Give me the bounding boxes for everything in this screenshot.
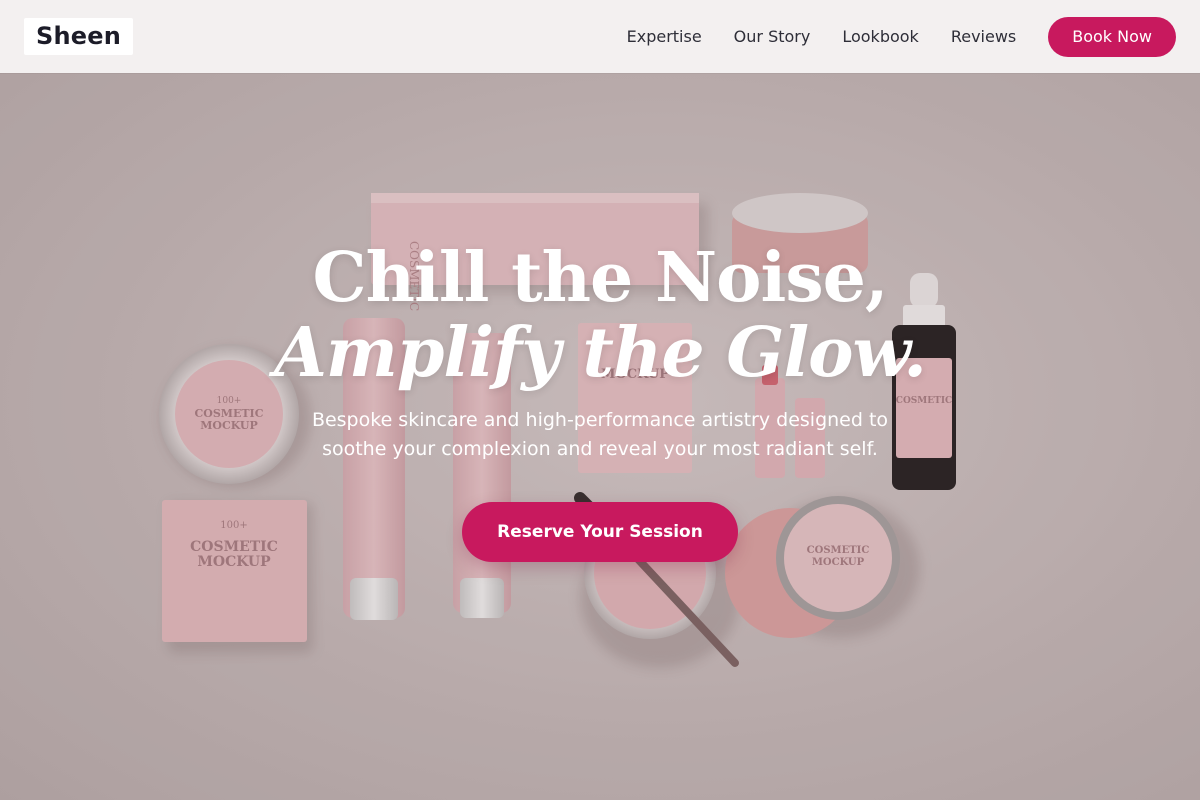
main-nav: Expertise Our Story Lookbook Reviews Boo… [595,16,1176,57]
nav-link-expertise[interactable]: Expertise [627,27,702,46]
nav-link-our-story[interactable]: Our Story [734,27,811,46]
reserve-session-button[interactable]: Reserve Your Session [462,502,738,562]
hero-headline-line1: Chill the Noise, [312,238,888,318]
hero-headline-line2: Amplify the Glow. [274,313,927,393]
nav-link-lookbook[interactable]: Lookbook [842,27,918,46]
site-header: Sheen Expertise Our Story Lookbook Revie… [0,0,1200,73]
book-now-button[interactable]: Book Now [1048,16,1176,57]
hero-section: COSMETIC 100+ COSMETIC MOCKUP MOCKUP COS… [0,73,1200,800]
hero-subtitle: Bespoke skincare and high-performance ar… [311,409,889,460]
brand-logo[interactable]: Sheen [24,18,134,55]
nav-link-reviews[interactable]: Reviews [951,27,1016,46]
